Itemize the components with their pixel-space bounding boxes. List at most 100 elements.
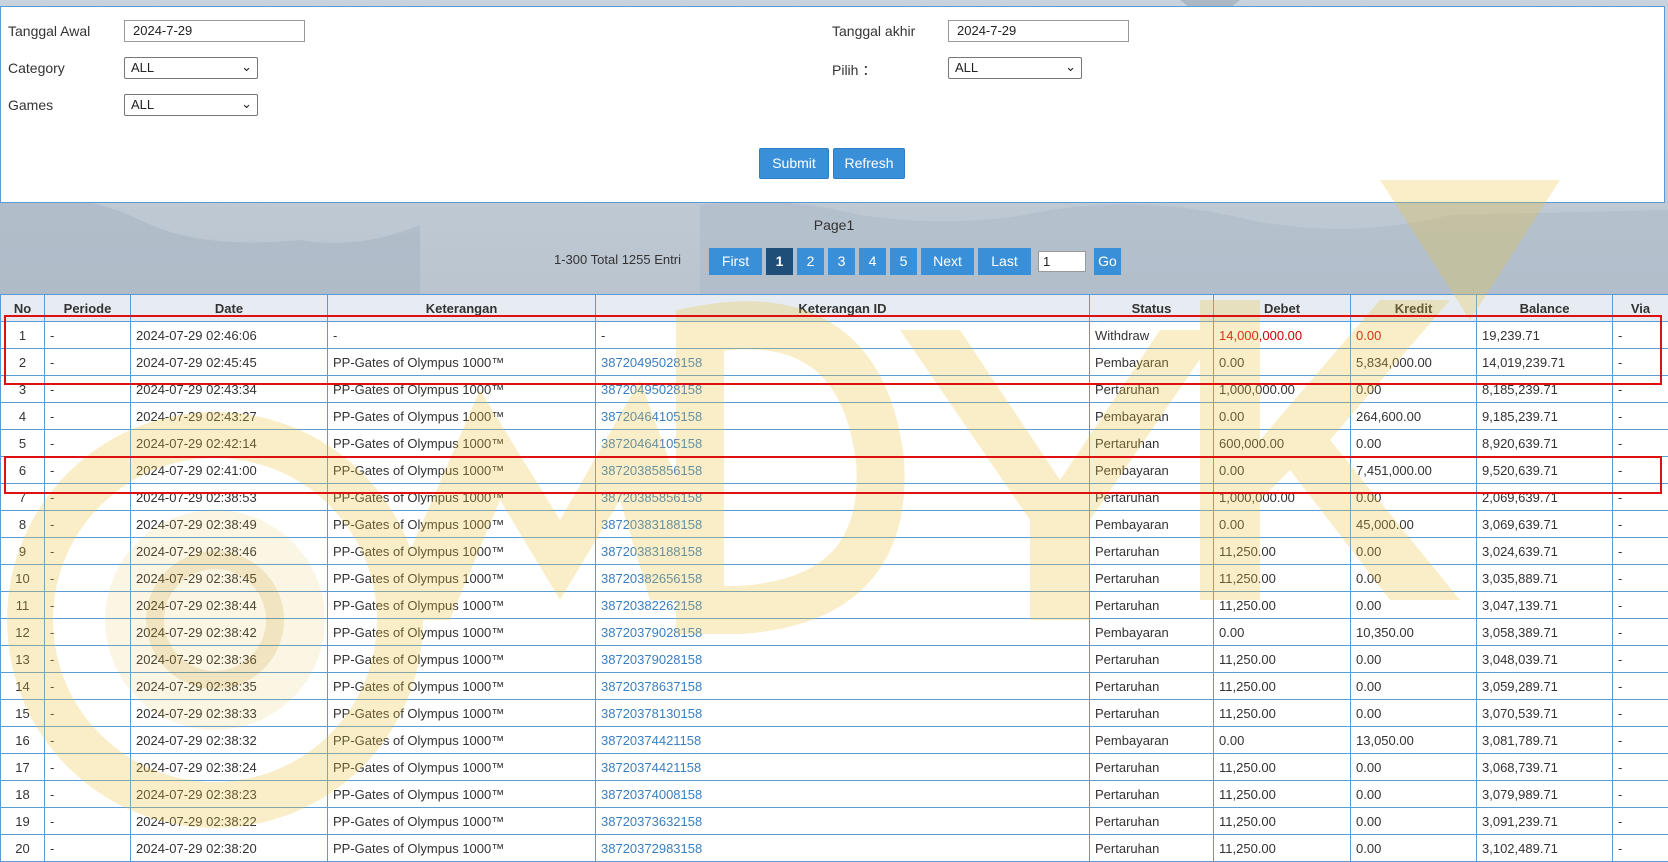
cell-status: Pertaruhan bbox=[1090, 700, 1214, 727]
cell-keterangan-id[interactable]: 38720374421158 bbox=[596, 754, 1090, 781]
cell-keterangan: PP-Gates of Olympus 1000™ bbox=[328, 808, 596, 835]
cell-debet: 1,000,000.00 bbox=[1214, 376, 1351, 403]
pager-page-3-button[interactable]: 3 bbox=[828, 248, 855, 275]
col-header-no[interactable]: No bbox=[1, 295, 45, 322]
cell-keterangan: PP-Gates of Olympus 1000™ bbox=[328, 592, 596, 619]
cell-keterangan-id[interactable]: 38720495028158 bbox=[596, 376, 1090, 403]
cell-debet: 11,250.00 bbox=[1214, 565, 1351, 592]
col-header-date[interactable]: Date bbox=[131, 295, 328, 322]
filter-panel: Tanggal Awal 2024-7-29 Tanggal akhir 202… bbox=[0, 6, 1665, 203]
table-row: 5-2024-07-29 02:42:14PP-Gates of Olympus… bbox=[1, 430, 1668, 457]
cell-status: Pembayaran bbox=[1090, 727, 1214, 754]
cell-kredit: 13,050.00 bbox=[1351, 727, 1477, 754]
cell-via: - bbox=[1613, 457, 1668, 484]
cell-keterangan-id[interactable]: 38720464105158 bbox=[596, 430, 1090, 457]
cell-kredit: 0.00 bbox=[1351, 484, 1477, 511]
col-header-debet[interactable]: Debet bbox=[1214, 295, 1351, 322]
cell-keterangan: PP-Gates of Olympus 1000™ bbox=[328, 403, 596, 430]
submit-button[interactable]: Submit bbox=[759, 148, 829, 179]
cell-keterangan-id[interactable]: 38720382262158 bbox=[596, 592, 1090, 619]
games-select[interactable]: ALL ⌄ bbox=[124, 94, 258, 116]
cell-keterangan-id[interactable]: 38720372983158 bbox=[596, 835, 1090, 862]
col-header-via[interactable]: Via bbox=[1613, 295, 1668, 322]
cell-no: 12 bbox=[1, 619, 45, 646]
cell-no: 15 bbox=[1, 700, 45, 727]
col-header-keterangan[interactable]: Keterangan bbox=[328, 295, 596, 322]
cell-debet: 11,250.00 bbox=[1214, 538, 1351, 565]
cell-keterangan-id[interactable]: 38720464105158 bbox=[596, 403, 1090, 430]
pager-page-2-button[interactable]: 2 bbox=[797, 248, 824, 275]
cell-keterangan: PP-Gates of Olympus 1000™ bbox=[328, 430, 596, 457]
cell-balance: 2,069,639.71 bbox=[1477, 484, 1613, 511]
cell-status: Pertaruhan bbox=[1090, 430, 1214, 457]
cell-no: 4 bbox=[1, 403, 45, 430]
cell-periode: - bbox=[45, 673, 131, 700]
cell-kredit: 7,451,000.00 bbox=[1351, 457, 1477, 484]
cell-status: Pembayaran bbox=[1090, 619, 1214, 646]
cell-keterangan-id[interactable]: 38720378130158 bbox=[596, 700, 1090, 727]
cell-debet: 11,250.00 bbox=[1214, 754, 1351, 781]
cell-periode: - bbox=[45, 754, 131, 781]
category-label: Category bbox=[8, 60, 65, 76]
cell-balance: 8,185,239.71 bbox=[1477, 376, 1613, 403]
cell-periode: - bbox=[45, 322, 131, 349]
cell-keterangan-id[interactable]: 38720385856158 bbox=[596, 484, 1090, 511]
transactions-table: No Periode Date Keterangan Keterangan ID… bbox=[0, 294, 1668, 862]
cell-keterangan-id[interactable]: 38720378637158 bbox=[596, 673, 1090, 700]
tanggal-awal-input[interactable]: 2024-7-29 bbox=[124, 20, 305, 42]
table-row: 13-2024-07-29 02:38:36PP-Gates of Olympu… bbox=[1, 646, 1668, 673]
pager-last-button[interactable]: Last bbox=[978, 248, 1031, 275]
pager-page-1-button[interactable]: 1 bbox=[766, 248, 793, 275]
cell-kredit: 45,000.00 bbox=[1351, 511, 1477, 538]
col-header-periode[interactable]: Periode bbox=[45, 295, 131, 322]
pager-next-button[interactable]: Next bbox=[921, 248, 974, 275]
cell-no: 20 bbox=[1, 835, 45, 862]
table-row: 3-2024-07-29 02:43:34PP-Gates of Olympus… bbox=[1, 376, 1668, 403]
cell-status: Pertaruhan bbox=[1090, 835, 1214, 862]
cell-keterangan-id[interactable]: 38720385856158 bbox=[596, 457, 1090, 484]
pager-page-4-button[interactable]: 4 bbox=[859, 248, 886, 275]
cell-status: Pertaruhan bbox=[1090, 646, 1214, 673]
cell-periode: - bbox=[45, 538, 131, 565]
cell-keterangan-id[interactable]: 38720373632158 bbox=[596, 808, 1090, 835]
cell-keterangan-id[interactable]: 38720379028158 bbox=[596, 646, 1090, 673]
cell-balance: 14,019,239.71 bbox=[1477, 349, 1613, 376]
category-select-value: ALL bbox=[131, 60, 154, 75]
cell-balance: 8,920,639.71 bbox=[1477, 430, 1613, 457]
tanggal-akhir-input[interactable]: 2024-7-29 bbox=[948, 20, 1129, 42]
pager-page-5-button[interactable]: 5 bbox=[890, 248, 917, 275]
cell-keterangan-id[interactable]: 38720374008158 bbox=[596, 781, 1090, 808]
col-header-kredit[interactable]: Kredit bbox=[1351, 295, 1477, 322]
refresh-button[interactable]: Refresh bbox=[833, 148, 905, 179]
cell-no: 19 bbox=[1, 808, 45, 835]
pilih-select[interactable]: ALL ⌄ bbox=[948, 57, 1082, 79]
cell-status: Pertaruhan bbox=[1090, 592, 1214, 619]
cell-periode: - bbox=[45, 349, 131, 376]
cell-kredit: 0.00 bbox=[1351, 592, 1477, 619]
cell-keterangan-id[interactable]: 38720379028158 bbox=[596, 619, 1090, 646]
cell-debet: 1,000,000.00 bbox=[1214, 484, 1351, 511]
pager-first-button[interactable]: First bbox=[709, 248, 762, 275]
cell-keterangan-id[interactable]: 38720383188158 bbox=[596, 538, 1090, 565]
cell-date: 2024-07-29 02:42:14 bbox=[131, 430, 328, 457]
cell-keterangan-id[interactable]: 38720495028158 bbox=[596, 349, 1090, 376]
cell-via: - bbox=[1613, 349, 1668, 376]
cell-keterangan: PP-Gates of Olympus 1000™ bbox=[328, 835, 596, 862]
col-header-balance[interactable]: Balance bbox=[1477, 295, 1613, 322]
cell-keterangan-id[interactable]: 38720383188158 bbox=[596, 511, 1090, 538]
cell-date: 2024-07-29 02:38:32 bbox=[131, 727, 328, 754]
cell-kredit: 0.00 bbox=[1351, 673, 1477, 700]
cell-via: - bbox=[1613, 430, 1668, 457]
pager-go-button[interactable]: Go bbox=[1094, 248, 1121, 275]
col-header-status[interactable]: Status bbox=[1090, 295, 1214, 322]
category-select[interactable]: ALL ⌄ bbox=[124, 57, 258, 79]
cell-keterangan-id[interactable]: 38720374421158 bbox=[596, 727, 1090, 754]
pager-goto-input[interactable]: 1 bbox=[1038, 251, 1086, 272]
cell-no: 11 bbox=[1, 592, 45, 619]
cell-no: 17 bbox=[1, 754, 45, 781]
table-row: 4-2024-07-29 02:43:27PP-Gates of Olympus… bbox=[1, 403, 1668, 430]
col-header-keterangan-id[interactable]: Keterangan ID bbox=[596, 295, 1090, 322]
cell-periode: - bbox=[45, 619, 131, 646]
table-row: 7-2024-07-29 02:38:53PP-Gates of Olympus… bbox=[1, 484, 1668, 511]
cell-keterangan-id[interactable]: 38720382656158 bbox=[596, 565, 1090, 592]
